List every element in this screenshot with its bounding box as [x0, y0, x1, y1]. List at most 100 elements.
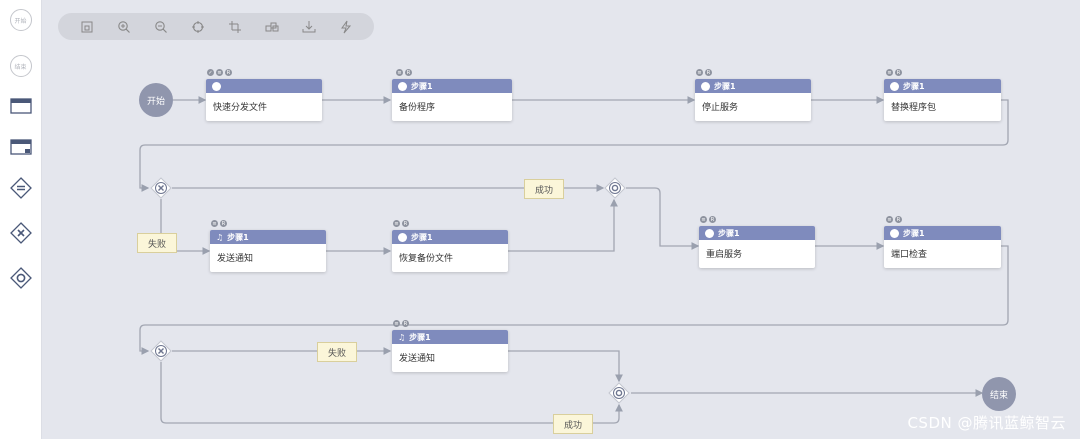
- edge-notify2-to-converge2[interactable]: [508, 350, 623, 383]
- step-label: 步骤1: [903, 81, 925, 91]
- skip-icon: ≡: [211, 220, 218, 227]
- palette-task-node[interactable]: [0, 98, 41, 114]
- step-label: 步骤1: [903, 228, 925, 238]
- task-node-icon: [9, 98, 32, 114]
- task-node-replace-package[interactable]: 步骤1 替换程序包: [884, 79, 1001, 121]
- download-icon: [302, 20, 315, 32]
- zoom-in-icon: [117, 20, 130, 33]
- node-status-dots: ≡ R: [696, 69, 712, 76]
- retry-icon: R: [895, 216, 902, 223]
- step-label: 步骤1: [714, 81, 736, 91]
- task-node-restore-backup[interactable]: 步骤1 恢复备份文件: [392, 230, 508, 272]
- node-status-dots: ≡ R: [211, 220, 227, 227]
- node-status-dots: ≡ R: [393, 320, 409, 327]
- converge-gateway-icon: [9, 267, 32, 289]
- fit-view-button[interactable]: [78, 18, 96, 36]
- skip-icon: ≡: [396, 69, 403, 76]
- crop-icon: [228, 20, 241, 33]
- palette-branch-gateway[interactable]: [0, 221, 41, 245]
- flow-canvas: [139, 96, 1009, 424]
- converge-gateway-2[interactable]: [608, 382, 630, 404]
- skip-icon: ≡: [696, 69, 703, 76]
- step-label: 步骤1: [409, 332, 431, 342]
- step-label: 步骤1: [411, 232, 433, 242]
- node-status-dots: ≡ R: [886, 69, 902, 76]
- retry-icon: R: [220, 220, 227, 227]
- skip-icon: ≡: [700, 216, 707, 223]
- node-status-dots: ≡ R: [700, 216, 716, 223]
- job-icon: [705, 228, 714, 238]
- palette-parallel-gateway[interactable]: [0, 176, 41, 200]
- job-icon: [398, 232, 407, 242]
- skip-icon: ≡: [886, 69, 893, 76]
- edge-restore-to-converge1[interactable]: [508, 198, 618, 252]
- task-node-quick-dispatch[interactable]: 快速分发文件: [206, 79, 322, 121]
- palette-end-node[interactable]: 结束: [0, 55, 41, 77]
- branch-gateway-icon: [9, 222, 32, 244]
- skip-icon: ≡: [393, 320, 400, 327]
- job-icon: [212, 81, 221, 91]
- retry-icon: R: [402, 220, 409, 227]
- flash-button[interactable]: [337, 18, 355, 36]
- bell-icon: ♫: [216, 232, 224, 242]
- condition-label-success[interactable]: 成功: [524, 179, 565, 199]
- condition-label-fail[interactable]: 失败: [317, 342, 358, 362]
- zoom-out-button[interactable]: [152, 18, 170, 36]
- retry-icon: R: [225, 69, 232, 76]
- converge-gateway-1[interactable]: [604, 177, 626, 199]
- task-node-port-check[interactable]: 步骤1 端口检查: [884, 226, 1001, 268]
- node-status-dots: ≡ R: [393, 220, 409, 227]
- step-label: 步骤1: [718, 228, 740, 238]
- zoom-in-button[interactable]: [115, 18, 133, 36]
- parallel-gateway-icon: [9, 177, 32, 199]
- condition-label-fail[interactable]: 失败: [137, 233, 178, 253]
- crop-button[interactable]: [226, 18, 244, 36]
- step-label: 步骤1: [227, 232, 249, 242]
- condition-label-success[interactable]: 成功: [553, 414, 594, 434]
- node-status-dots: ≡ R: [396, 69, 412, 76]
- edge-converge1-to-restart[interactable]: [626, 187, 700, 250]
- node-palette: 开始 结束: [0, 0, 42, 439]
- check-icon: ✓: [207, 69, 214, 76]
- task-node-notify-1[interactable]: ♫ 步骤1 发送通知: [210, 230, 326, 272]
- job-icon: [890, 228, 899, 238]
- canvas-toolbar: [58, 13, 374, 40]
- locate-icon: [191, 20, 204, 33]
- subflow-node-icon: [9, 139, 32, 155]
- palette-converge-gateway[interactable]: [0, 266, 41, 290]
- download-button[interactable]: [300, 18, 318, 36]
- retry-icon: R: [402, 320, 409, 327]
- palette-start-node[interactable]: 开始: [0, 9, 41, 31]
- node-status-dots: ✓ ≡ R: [207, 69, 232, 76]
- flash-icon: [340, 20, 351, 33]
- job-icon: [398, 81, 407, 91]
- watermark-text: CSDN @腾讯蓝鲸智云: [907, 414, 1066, 432]
- branch-gateway-2[interactable]: [150, 340, 172, 362]
- palette-subflow-node[interactable]: [0, 139, 41, 155]
- end-node[interactable]: 结束: [982, 377, 1016, 411]
- task-node-backup[interactable]: 步骤1 备份程序: [392, 79, 512, 121]
- layout-icon: [265, 22, 278, 31]
- job-icon: [701, 81, 710, 91]
- fit-view-icon: [81, 21, 92, 32]
- job-icon: [890, 81, 899, 91]
- task-node-restart-service[interactable]: 步骤1 重启服务: [699, 226, 815, 268]
- skip-icon: ≡: [886, 216, 893, 223]
- retry-icon: R: [405, 69, 412, 76]
- retry-icon: R: [895, 69, 902, 76]
- start-node[interactable]: 开始: [139, 83, 173, 117]
- bell-icon: ♫: [398, 332, 406, 342]
- locate-button[interactable]: [189, 18, 207, 36]
- zoom-out-icon: [154, 20, 167, 33]
- task-node-stop-service[interactable]: 步骤1 停止服务: [695, 79, 811, 121]
- retry-icon: R: [705, 69, 712, 76]
- task-node-notify-2[interactable]: ♫ 步骤1 发送通知: [392, 330, 508, 372]
- branch-gateway-1[interactable]: [150, 177, 172, 199]
- skip-icon: ≡: [216, 69, 223, 76]
- edge-gateway2-success[interactable]: [160, 362, 623, 424]
- skip-icon: ≡: [393, 220, 400, 227]
- retry-icon: R: [709, 216, 716, 223]
- node-status-dots: ≡ R: [886, 216, 902, 223]
- layout-button[interactable]: [263, 18, 281, 36]
- step-label: 步骤1: [411, 81, 433, 91]
